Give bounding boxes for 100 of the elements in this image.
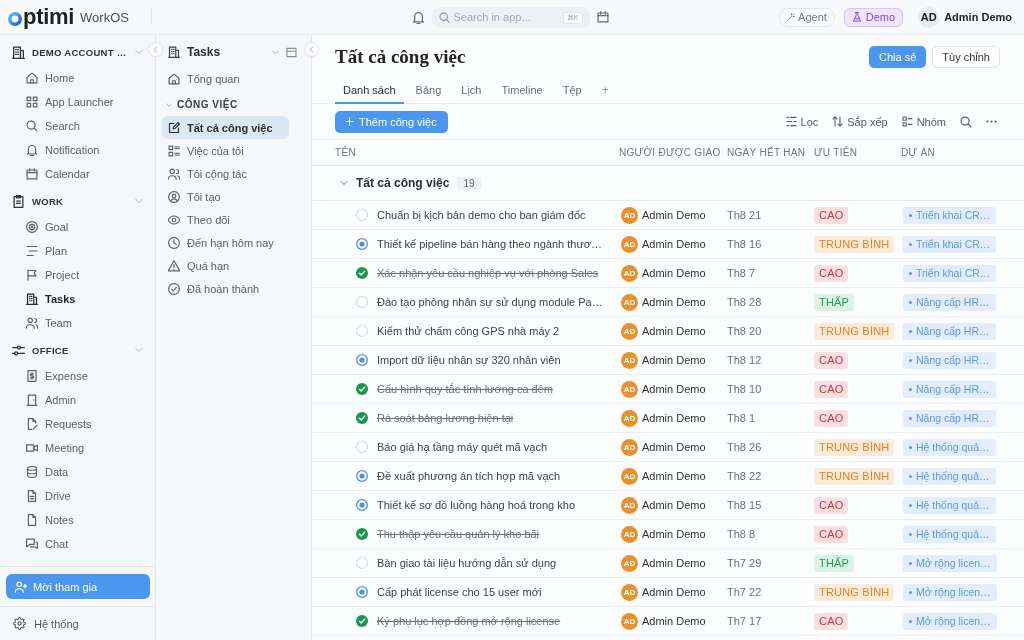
- nav-item[interactable]: Admin: [0, 388, 155, 412]
- demo-button[interactable]: Demo: [843, 7, 904, 27]
- check-circle-icon[interactable]: [356, 615, 368, 627]
- nav-item[interactable]: App Launcher: [0, 90, 155, 114]
- subnav-item[interactable]: Đến hạn hôm nay: [162, 231, 289, 254]
- subnav-item[interactable]: Tôi tạo: [162, 185, 289, 208]
- nav-item[interactable]: Expense: [0, 364, 155, 388]
- nav-item[interactable]: Notification: [0, 138, 155, 162]
- nav-item[interactable]: Plan: [0, 239, 155, 263]
- dollar-document-icon: [26, 370, 38, 382]
- video-icon: [26, 442, 38, 454]
- section-header[interactable]: WORK: [0, 189, 147, 213]
- dot-circle-icon[interactable]: [356, 238, 368, 250]
- subnav-item[interactable]: Tôi cộng tác: [162, 162, 289, 185]
- group-button[interactable]: Nhóm: [901, 115, 946, 128]
- subnav-item[interactable]: Tổng quan: [162, 67, 289, 90]
- notification-button[interactable]: [411, 10, 425, 24]
- user-name[interactable]: Admin Demo: [944, 11, 1012, 23]
- search-button[interactable]: [960, 115, 972, 128]
- subnav-item[interactable]: Tất cả công việc: [162, 116, 289, 139]
- sort-button[interactable]: Sắp xếp: [832, 115, 888, 128]
- settings-button[interactable]: Hệ thống: [13, 617, 79, 630]
- nav-item[interactable]: Project: [0, 263, 155, 287]
- project-name: Triển khai CR…: [916, 237, 991, 251]
- column-header[interactable]: TÊN: [335, 147, 356, 158]
- task-name[interactable]: Import dữ liệu nhân sự 320 nhân viên: [377, 354, 561, 366]
- task-name[interactable]: Ký phụ lục hợp đồng mở rộng license: [377, 615, 561, 627]
- group-title: Tất cả công việc: [356, 176, 450, 190]
- more-button[interactable]: [986, 120, 997, 123]
- task-name[interactable]: Thiết kế sơ đồ luồng hàng hoá trong kho: [377, 499, 576, 511]
- flask-icon: [851, 12, 862, 22]
- task-name[interactable]: Cấp phát license cho 15 user mới: [377, 586, 542, 598]
- check-circle-icon[interactable]: [356, 267, 368, 279]
- task-name[interactable]: Xác nhận yêu cầu nghiệp vụ với phòng Sales: [377, 267, 599, 279]
- task-name[interactable]: Rà soát bảng lương hiện tại: [377, 412, 514, 424]
- project-name: Hệ thống quả…: [916, 527, 990, 541]
- home-icon: [26, 72, 38, 84]
- column-header[interactable]: DỰ ÁN: [901, 147, 935, 158]
- group-header[interactable]: CÔNG VIỆC: [166, 93, 238, 116]
- check-circle-icon[interactable]: [356, 383, 368, 395]
- view-tab[interactable]: Danh sách: [335, 78, 404, 104]
- view-tab[interactable]: Bảng: [407, 78, 450, 104]
- pencil-square-icon: [168, 121, 180, 134]
- task-name[interactable]: Thiết kế pipeline bán hàng theo ngành thươ…: [377, 238, 602, 250]
- due-date: Th8 15: [727, 499, 762, 511]
- nav-item[interactable]: Search: [0, 114, 155, 138]
- project-name: Hệ thống quả…: [916, 469, 990, 483]
- task-name[interactable]: Báo giá hạ tầng máy quét mã vạch: [377, 441, 547, 453]
- filter-button[interactable]: Lọc: [785, 115, 819, 128]
- dot-circle-icon[interactable]: [356, 586, 368, 598]
- subnav-item[interactable]: Quá hạn: [162, 254, 289, 277]
- task-name[interactable]: Bàn giao tài liệu hướng dẫn sử dụng: [377, 557, 557, 569]
- section-header[interactable]: DEMO ACCOUNT …: [0, 40, 147, 64]
- nav-item[interactable]: Chat: [0, 532, 155, 556]
- task-name[interactable]: Chuẩn bị kịch bản demo cho ban giám đốc: [377, 209, 586, 221]
- dot-circle-icon[interactable]: [356, 499, 368, 511]
- nav-item[interactable]: Team: [0, 311, 155, 335]
- door-icon: [26, 394, 38, 406]
- nav-item[interactable]: Goal: [0, 215, 155, 239]
- nav-item[interactable]: Drive: [0, 484, 155, 508]
- chevron-left-icon: [308, 46, 315, 53]
- column-header[interactable]: NGƯỜI ĐƯỢC GIAO: [619, 147, 721, 158]
- project-name: Mở rộng licen…: [916, 614, 991, 628]
- user-avatar[interactable]: AD: [918, 6, 940, 28]
- bell-icon: [411, 10, 425, 24]
- logo-ring-icon: [8, 11, 22, 26]
- assignee-name: Admin Demo: [642, 615, 706, 627]
- dot-circle-icon[interactable]: [356, 354, 368, 366]
- check-circle-icon[interactable]: [356, 412, 368, 424]
- dot-circle-icon[interactable]: [356, 470, 368, 482]
- due-date: Th8 21: [727, 209, 762, 221]
- subnav-item[interactable]: Việc của tôi: [162, 139, 289, 162]
- subnav-item[interactable]: Đã hoàn thành: [162, 277, 289, 300]
- task-name[interactable]: Kiểm thử chấm công GPS nhà máy 2: [377, 325, 560, 337]
- nav-item[interactable]: Tasks: [0, 287, 155, 311]
- column-header[interactable]: NGÀY HẾT HẠN: [727, 147, 806, 158]
- check-circle-icon[interactable]: [356, 528, 368, 540]
- subnav-item[interactable]: Theo dõi: [162, 208, 289, 231]
- nav-item[interactable]: Data: [0, 460, 155, 484]
- nav-item[interactable]: Home: [0, 66, 155, 90]
- agent-button[interactable]: Agent: [779, 7, 835, 27]
- priority-badge: TRUNG BÌNH: [814, 235, 895, 253]
- section-header[interactable]: OFFICE: [0, 338, 147, 362]
- task-name[interactable]: Đề xuất phương án tích hợp mã vạch: [377, 470, 561, 482]
- view-tab[interactable]: Lịch: [453, 78, 490, 104]
- nav-item[interactable]: Meeting: [0, 436, 155, 460]
- nav-item[interactable]: Requests: [0, 412, 155, 436]
- product-name: WorkOS: [80, 9, 129, 25]
- column-header[interactable]: ƯU TIÊN: [814, 147, 858, 158]
- view-tab[interactable]: Timeline: [493, 78, 551, 104]
- nav-item[interactable]: Calendar: [0, 162, 155, 186]
- nav-item[interactable]: Notes: [0, 508, 155, 532]
- add-view-button[interactable]: +: [593, 78, 617, 104]
- customize-button[interactable]: Tùy chỉnh: [932, 45, 1000, 68]
- view-tab[interactable]: Tệp: [554, 78, 590, 104]
- task-name[interactable]: Cấu hình quy tắc tính lương ca đêm: [377, 383, 553, 395]
- task-name[interactable]: Thu thập yêu cầu quản lý kho bãi: [377, 528, 540, 540]
- filter-icon: [785, 116, 797, 127]
- calendar-button[interactable]: [596, 11, 609, 23]
- task-name[interactable]: Đào tạo phòng nhân sự sử dụng module Pa…: [377, 296, 603, 308]
